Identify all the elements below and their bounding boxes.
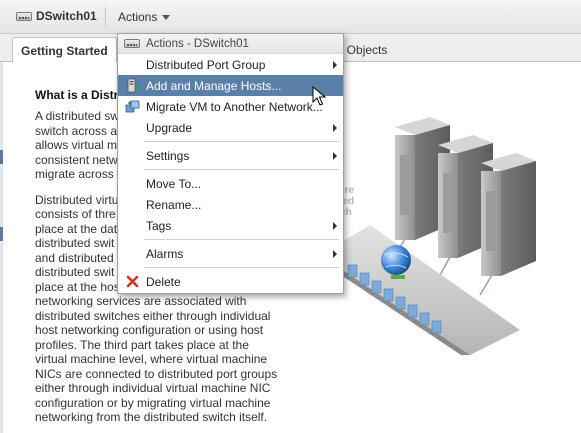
object-header-bar: DSwitch01 Actions — [0, 0, 581, 34]
text-line: NICs are connected to distributed port g… — [35, 366, 278, 381]
text-line: migrate across — [35, 167, 114, 181]
migrate-vm-icon — [125, 100, 140, 113]
menu-item-add-manage-hosts[interactable]: Add and Manage Hosts... — [118, 75, 343, 96]
text-line: A distributed sw — [35, 109, 120, 123]
text-line: distributed switches either through indi… — [35, 308, 271, 323]
menu-separator — [144, 141, 339, 142]
header-divider — [105, 7, 106, 27]
submenu-arrow-icon — [333, 222, 337, 230]
text-line: either through individual virtual machin… — [35, 381, 271, 395]
menu-separator — [144, 169, 339, 170]
menu-item-tags[interactable]: Tags — [118, 215, 343, 236]
menu-item-label: Upgrade — [146, 120, 193, 135]
menu-header: Actions - DSwitch01 — [118, 34, 343, 54]
text-line: allows virtual m — [35, 138, 118, 152]
text-line: place at the hos — [35, 279, 120, 294]
text-line: consists of thre — [35, 207, 116, 221]
submenu-arrow-icon — [333, 61, 337, 69]
menu-separator — [144, 267, 339, 268]
text-line: and distributed — [35, 250, 114, 265]
menu-item-label: Settings — [146, 148, 190, 163]
submenu-arrow-icon — [333, 152, 337, 160]
text-line: host networking configuration or using h… — [35, 323, 264, 337]
text-line: consistent netw — [35, 152, 118, 167]
menu-item-distributed-port-group[interactable]: Distributed Port Group — [118, 54, 343, 75]
chevron-down-icon — [162, 15, 171, 20]
text-line: switch across a — [35, 123, 118, 138]
menu-separator — [144, 239, 339, 240]
menu-item-label: Distributed Port Group — [146, 57, 266, 72]
menu-item-label: Alarms — [146, 246, 184, 261]
text-line: networking from the distributed switch i… — [35, 410, 268, 424]
menu-item-label: Move To... — [146, 176, 202, 191]
text-line: distributed swit — [35, 265, 115, 279]
menu-item-upgrade[interactable]: Upgrade — [118, 117, 343, 138]
text-line: configuration or by migrating virtual ma… — [35, 395, 271, 410]
distributed-switch-icon — [124, 39, 140, 48]
mouse-cursor-icon — [312, 86, 326, 106]
submenu-arrow-icon — [333, 250, 337, 258]
text-line: virtual machine level, where virtual mac… — [35, 352, 268, 366]
menu-item-delete[interactable]: Delete — [118, 271, 343, 292]
object-name: DSwitch01 — [36, 9, 97, 23]
text-line: distributed swit — [35, 236, 115, 250]
server-3 — [481, 153, 536, 276]
menu-header-label: Actions - DSwitch01 — [146, 37, 249, 50]
menu-item-label: Rename... — [146, 197, 202, 212]
left-edge-strip — [0, 62, 3, 433]
text-line: profiles. The third part takes place at … — [35, 337, 249, 352]
menu-item-alarms[interactable]: Alarms — [118, 243, 343, 264]
menu-item-settings[interactable]: Settings — [118, 145, 343, 166]
menu-item-label: Add and Manage Hosts... — [146, 78, 282, 93]
text-line: networking services are associated with — [35, 294, 247, 308]
text-line: place at the dat — [35, 221, 118, 236]
menu-item-move-to[interactable]: Move To... — [118, 173, 343, 194]
tab-getting-started[interactable]: Getting Started — [12, 37, 117, 63]
menu-item-label: Migrate VM to Another Network... — [146, 99, 323, 114]
actions-label: Actions — [118, 10, 158, 24]
left-edge-marker — [0, 150, 3, 164]
submenu-arrow-icon — [333, 124, 337, 132]
delete-icon — [126, 275, 139, 288]
menu-item-label: Delete — [146, 274, 181, 289]
actions-menu-button[interactable]: Actions — [118, 10, 171, 24]
menu-item-label: Tags — [146, 218, 172, 233]
menu-item-migrate-vm[interactable]: Migrate VM to Another Network... — [118, 96, 343, 117]
add-hosts-icon — [127, 78, 139, 93]
left-edge-marker — [0, 227, 3, 241]
distributed-switch-icon — [16, 11, 32, 21]
text-line: Distributed virtu — [35, 192, 119, 207]
menu-item-rename[interactable]: Rename... — [118, 194, 343, 215]
object-title: DSwitch01 — [16, 9, 97, 23]
actions-context-menu: Actions - DSwitch01 Distributed Port Gro… — [117, 33, 344, 294]
